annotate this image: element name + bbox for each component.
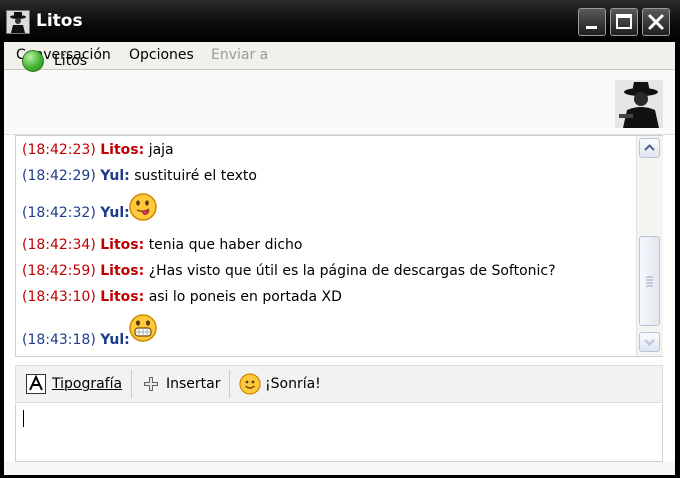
message-row: (18:42:23) Litos: jaja — [22, 142, 174, 158]
compose-toolbar: Tipografía Insertar ¡Sonría! — [15, 365, 663, 403]
menu-send-to[interactable]: Enviar a — [211, 47, 268, 63]
message-row: (18:42:59) Litos: ¿Has visto que útil es… — [22, 263, 556, 279]
message-text: jaja — [148, 142, 174, 158]
message-sender: Litos: — [100, 263, 145, 279]
insert-label: Insertar — [166, 376, 221, 392]
scroll-thumb[interactable] — [639, 236, 660, 326]
message-time: (18:42:59) — [22, 263, 96, 279]
message-time: (18:43:10) — [22, 289, 96, 305]
font-label: Tipografía — [52, 376, 123, 392]
message-sender: Yul: — [100, 205, 130, 221]
insert-button[interactable]: Insertar — [142, 366, 221, 402]
toolbar-divider — [131, 370, 132, 398]
message-text: asi lo poneis en portada XD — [148, 289, 342, 305]
app-icon[interactable] — [6, 10, 30, 34]
maximize-button[interactable] — [610, 8, 638, 36]
message-row: (18:42:34) Litos: tenia que haber dicho — [22, 237, 302, 253]
message-time: (18:42:32) — [22, 205, 96, 221]
message-input[interactable] — [15, 404, 663, 462]
message-sender: Litos: — [100, 142, 145, 158]
message-time: (18:42:29) — [22, 168, 96, 184]
title-bar[interactable]: Litos — [0, 0, 680, 42]
minimize-button[interactable] — [578, 8, 606, 36]
message-sender: Litos: — [100, 289, 145, 305]
text-caret — [23, 410, 24, 427]
window-title: Litos — [36, 11, 83, 31]
contact-name: Litos — [54, 53, 88, 69]
smiley-icon — [239, 373, 261, 395]
message-row: (18:43:10) Litos: asi lo poneis en porta… — [22, 289, 342, 305]
close-button[interactable] — [642, 8, 670, 36]
conversation-history[interactable]: (18:42:23) Litos: jaja (18:42:29) Yul: s… — [15, 135, 663, 357]
message-sender: Yul: — [100, 332, 130, 348]
status-strip — [4, 462, 675, 475]
tongue-out-smiley-icon — [128, 192, 158, 222]
grin-smiley-icon — [128, 313, 158, 343]
message-sender: Yul: — [100, 168, 130, 184]
chat-window: Litos Conversación Opciones Enviar a Lit… — [0, 0, 680, 478]
message-row: (18:42:32) Yul: — [22, 205, 130, 221]
menu-options[interactable]: Opciones — [129, 47, 194, 63]
menu-bar: Conversación Opciones Enviar a — [4, 42, 675, 70]
toolbar-divider — [229, 370, 230, 398]
message-row: (18:43:18) Yul: — [22, 332, 130, 348]
chat-scrollbar[interactable] — [636, 136, 663, 356]
message-time: (18:42:34) — [22, 237, 96, 253]
online-status-icon — [22, 50, 44, 72]
smile-label: ¡Sonría! — [265, 376, 321, 392]
message-sender: Litos: — [100, 237, 145, 253]
font-button[interactable]: Tipografía — [26, 366, 122, 402]
scroll-up-button[interactable] — [639, 138, 660, 158]
contact-header — [4, 70, 675, 135]
scroll-down-button[interactable] — [639, 332, 660, 352]
message-text: sustituiré el texto — [134, 168, 257, 184]
plus-icon — [142, 375, 160, 393]
message-time: (18:43:18) — [22, 332, 96, 348]
font-icon — [26, 374, 46, 394]
contact-avatar[interactable] — [615, 80, 663, 128]
message-row: (18:42:29) Yul: sustituiré el texto — [22, 168, 257, 184]
message-text: tenia que haber dicho — [148, 237, 303, 253]
smile-button[interactable]: ¡Sonría! — [239, 366, 321, 402]
message-time: (18:42:23) — [22, 142, 96, 158]
message-text: ¿Has visto que útil es la página de desc… — [148, 263, 556, 279]
